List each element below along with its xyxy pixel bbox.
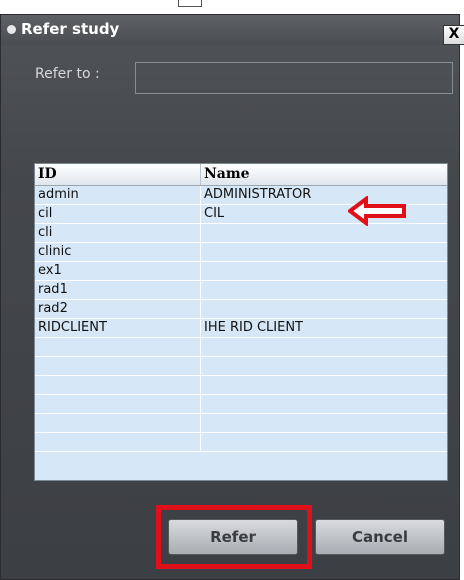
cell-name (200, 414, 447, 432)
cancel-button[interactable]: Cancel (315, 519, 445, 555)
cell-id (35, 433, 200, 451)
background-tick (178, 0, 202, 7)
cell-name: CIL (200, 205, 447, 223)
grid-header: ID Name (35, 164, 447, 186)
table-row[interactable] (35, 376, 447, 395)
cell-name (200, 338, 447, 356)
table-row[interactable] (35, 395, 447, 414)
cell-id: cli (38, 225, 53, 240)
table-row[interactable] (35, 433, 447, 452)
cell-id: ex1 (38, 263, 62, 278)
cell-name: ADMINISTRATOR (200, 186, 447, 204)
cell-id (35, 414, 200, 432)
cell-name: IHE RID CLIENT (200, 319, 447, 337)
table-row[interactable]: clinic (35, 243, 447, 262)
table-row[interactable]: ex1 (35, 262, 447, 281)
red-arrow-annotation (348, 196, 406, 226)
table-row[interactable] (35, 414, 447, 433)
cell-id (35, 357, 200, 375)
cell-name (200, 376, 447, 394)
dialog-title: Refer study (21, 20, 120, 38)
cell-name (200, 300, 447, 318)
cell-id: clinic (38, 244, 72, 259)
refer-to-label: Refer to : (35, 66, 100, 82)
table-row[interactable]: cli (35, 224, 447, 243)
cell-name (200, 281, 447, 299)
cell-id (35, 376, 200, 394)
cell-name (200, 243, 447, 261)
cell-id: rad1 (38, 282, 68, 297)
table-row[interactable]: RIDCLIENT IHE RID CLIENT (35, 319, 447, 338)
table-row[interactable] (35, 357, 447, 376)
table-row[interactable]: rad1 (35, 281, 447, 300)
table-row[interactable]: rad2 (35, 300, 447, 319)
column-header-id[interactable]: ID (35, 164, 200, 185)
cell-name (200, 433, 447, 451)
cell-id: admin (38, 187, 79, 202)
cell-id: RIDCLIENT (38, 320, 107, 335)
refer-to-input[interactable] (135, 62, 453, 94)
table-row[interactable] (35, 338, 447, 357)
cell-id (35, 395, 200, 413)
cell-id (35, 338, 200, 356)
red-highlight-box (156, 505, 312, 569)
background-strip (0, 0, 464, 14)
title-bullet-icon (7, 25, 16, 34)
cell-name (200, 357, 447, 375)
cell-name (200, 262, 447, 280)
column-header-name[interactable]: Name (200, 164, 447, 185)
cell-name (200, 395, 447, 413)
dialog-titlebar[interactable]: Refer study X (1, 15, 464, 45)
cell-id: cil (38, 206, 53, 221)
close-button[interactable]: X (443, 25, 464, 45)
cell-name (200, 224, 447, 242)
cell-id: rad2 (38, 301, 68, 316)
